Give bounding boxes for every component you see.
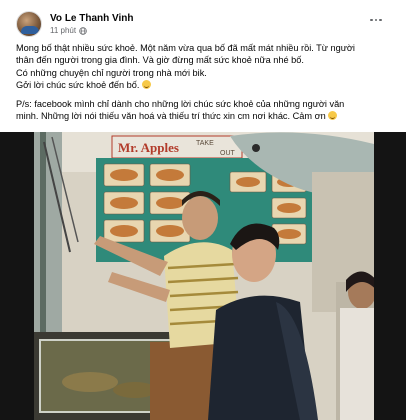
shop-sign-text3: OUT xyxy=(220,150,236,157)
post-time-row: 11 phút xyxy=(50,26,134,35)
shop-sign-text: Mr. Apples xyxy=(118,140,179,155)
post-meta: Vo Le Thanh Vinh 11 phút xyxy=(50,13,134,35)
more-options-icon[interactable] xyxy=(368,14,384,26)
post-text-line: Mong bố thật nhiều sức khoẻ. Một năm vừa… xyxy=(16,43,355,53)
post-header: Vo Le Thanh Vinh 11 phút xyxy=(16,10,134,38)
post-text-line: Gởi lời chúc sức khoẻ đến bố. xyxy=(16,79,390,91)
author-name[interactable]: Vo Le Thanh Vinh xyxy=(50,13,134,25)
post-photo[interactable]: Mr. Apples TAKE OUT xyxy=(0,132,406,420)
smiling-face-emoji-icon xyxy=(328,111,338,121)
globe-icon xyxy=(79,26,87,35)
post-timestamp[interactable]: 11 phút xyxy=(50,26,76,35)
post-ps-line: P/s: facebook mình chỉ dành cho những lờ… xyxy=(16,98,345,109)
facebook-post: Vo Le Thanh Vinh 11 phút Mong bố thật nh… xyxy=(0,0,406,420)
post-text-line: thân đến người trong gia đình. Và giờ đừ… xyxy=(16,55,304,66)
post-text: Mong bố thật nhiều sức khoẻ. Một năm vừa… xyxy=(16,42,390,122)
post-ps-line: minh. Những lời nói thiếu văn hoá và thi… xyxy=(16,110,390,122)
smiling-face-emoji-icon xyxy=(141,80,151,90)
author-avatar[interactable] xyxy=(16,11,42,37)
post-text-line: Có những chuyện chỉ người trong nhà mới … xyxy=(16,67,207,78)
photo-illustration: Mr. Apples TAKE OUT xyxy=(0,132,406,420)
shop-sign-text2: TAKE xyxy=(196,140,214,147)
